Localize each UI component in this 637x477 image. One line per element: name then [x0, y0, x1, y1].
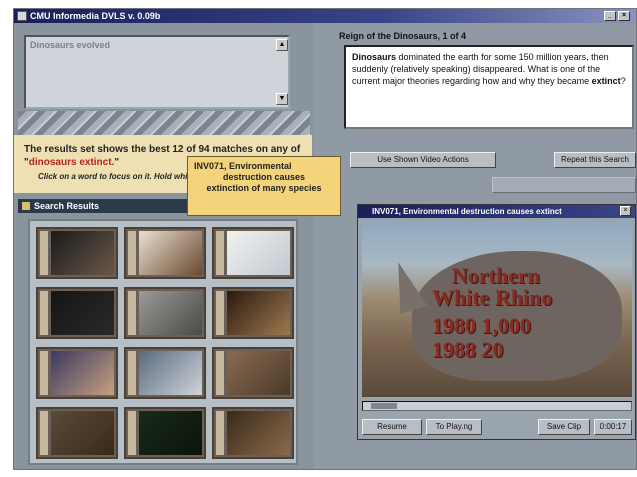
segment-text-box[interactable]: Dinosaurs dominated the earth for some 1… — [344, 45, 634, 129]
result-thumbnail[interactable] — [212, 407, 294, 459]
scroll-up-icon[interactable]: ▲ — [276, 39, 288, 51]
close-icon[interactable]: × — [618, 11, 630, 21]
result-thumbnail[interactable] — [212, 227, 294, 279]
video-title-bar[interactable]: INV071, Environmental destruction causes… — [358, 205, 635, 218]
scroll-down-icon[interactable]: ▼ — [276, 93, 288, 105]
disabled-button[interactable] — [492, 177, 636, 193]
relevance-bar — [40, 411, 48, 455]
relevance-bar — [40, 351, 48, 395]
left-panel: Dinosaurs evolved ▲ ▼ The results set sh… — [14, 23, 314, 469]
relevance-bar — [216, 291, 224, 335]
video-position-slider[interactable] — [362, 401, 632, 411]
resume-button[interactable]: Resume — [362, 419, 422, 435]
thumbnail-image — [51, 291, 114, 335]
window-title: CMU Informedia DVLS v. 0.09b — [30, 11, 161, 21]
overlay-line-2: White Rhino — [432, 285, 553, 310]
rhino-horn — [384, 257, 428, 315]
thumbnail-image — [51, 351, 114, 395]
relevance-bar — [40, 291, 48, 335]
result-thumbnail[interactable] — [36, 407, 118, 459]
relevance-bar — [216, 351, 224, 395]
thumbnail-image — [51, 411, 114, 455]
description-box[interactable]: Dinosaurs evolved ▲ ▼ — [24, 35, 290, 109]
result-thumbnail[interactable] — [212, 347, 294, 399]
decorative-pattern — [18, 111, 310, 135]
main-window: CMU Informedia DVLS v. 0.09b _ × Dinosau… — [13, 8, 637, 470]
video-close-icon[interactable]: × — [620, 206, 631, 216]
video-controls: Resume To Play.ng Save Clip 0:00:17 — [362, 419, 632, 435]
thumbnail-image — [139, 291, 202, 335]
title-bar[interactable]: CMU Informedia DVLS v. 0.09b _ × — [14, 9, 636, 23]
video-frame[interactable]: Northern White Rhino 1980 1,000 1988 20 — [362, 221, 632, 397]
result-thumbnail[interactable] — [36, 227, 118, 279]
segment-title: Reign of the Dinosaurs, 1 of 4 — [339, 31, 467, 41]
chosen-videos-button[interactable]: Use Shown Video Actions — [350, 152, 496, 168]
thumbnail-image — [139, 351, 202, 395]
relevance-bar — [128, 291, 136, 335]
thumbnail-image — [227, 351, 290, 395]
result-thumbnail[interactable] — [124, 407, 206, 459]
result-thumbnail[interactable] — [36, 287, 118, 339]
thumbnail-image — [139, 231, 202, 275]
relevance-bar — [216, 231, 224, 275]
relevance-bar — [40, 231, 48, 275]
description-text: Dinosaurs evolved — [30, 40, 111, 50]
query-terms[interactable]: dinosaurs extinct. — [29, 157, 115, 168]
repeat-search-button[interactable]: Repeat this Search — [554, 152, 636, 168]
relevance-bar — [128, 231, 136, 275]
save-clip-button[interactable]: Save Clip — [538, 419, 590, 435]
overlay-line-4: 1988 20 — [432, 337, 504, 362]
slider-knob[interactable] — [371, 403, 397, 409]
thumbnail-image — [227, 231, 290, 275]
thumbnail-image — [227, 411, 290, 455]
overlay-line-3: 1980 1,000 — [432, 313, 531, 338]
thumbnail-tooltip: INV071, Environmental destruction causes… — [187, 156, 341, 216]
result-thumbnail[interactable] — [124, 227, 206, 279]
relevance-bar — [128, 411, 136, 455]
thumbnail-image — [227, 291, 290, 335]
thumbnail-image — [51, 231, 114, 275]
video-window: INV071, Environmental destruction causes… — [357, 204, 636, 440]
result-thumbnail[interactable] — [124, 347, 206, 399]
time-display: 0:00:17 — [594, 419, 632, 435]
result-thumbnail[interactable] — [212, 287, 294, 339]
minimize-icon[interactable]: _ — [604, 11, 616, 21]
to-playing-button[interactable]: To Play.ng — [426, 419, 482, 435]
results-icon — [22, 202, 30, 210]
relevance-bar — [216, 411, 224, 455]
result-thumbnail[interactable] — [124, 287, 206, 339]
thumbnail-grid — [28, 219, 298, 465]
relevance-bar — [128, 351, 136, 395]
result-thumbnail[interactable] — [36, 347, 118, 399]
app-icon — [17, 11, 27, 21]
thumbnail-image — [139, 411, 202, 455]
